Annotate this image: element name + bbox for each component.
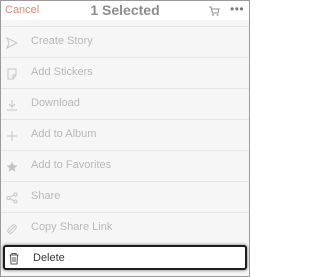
sticker-icon (6, 67, 18, 80)
menu-item-label: Add to Album (31, 128, 97, 140)
download-icon (6, 98, 18, 111)
menu-item-label: Copy Share Link (31, 221, 113, 233)
menu-item-add-to-favorites[interactable]: Add to Favorites (1, 150, 249, 181)
menu-item-label: Share (31, 190, 61, 202)
menu-item-share[interactable]: Share (1, 181, 249, 212)
more-options-button[interactable]: ••• (230, 2, 244, 16)
cart-icon[interactable] (208, 4, 220, 16)
menu-item-label: Add Stickers (31, 66, 93, 78)
menu-item-copy-share-link[interactable]: Copy Share Link (1, 212, 249, 243)
menu-item-download[interactable]: Download (1, 88, 249, 119)
link-icon (6, 222, 18, 234)
star-icon (6, 160, 18, 172)
action-menu: Create Story Add Stickers Download Add t… (1, 20, 249, 276)
header-bar: Cancel 1 Selected ••• (1, 1, 249, 20)
menu-item-create-story[interactable]: Create Story (1, 26, 249, 57)
share-icon (6, 191, 18, 204)
menu-item-delete[interactable]: Delete (3, 245, 247, 270)
menu-item-label: Download (31, 97, 80, 109)
menu-item-add-stickers[interactable]: Add Stickers (1, 57, 249, 88)
menu-item-add-to-album[interactable]: Add to Album (1, 119, 249, 150)
story-icon (6, 36, 19, 50)
menu-item-label: Add to Favorites (31, 159, 112, 171)
action-sheet: Cancel 1 Selected ••• Create Story Add S… (0, 0, 250, 277)
plus-icon (6, 129, 18, 141)
menu-item-label: Delete (33, 252, 65, 264)
trash-icon (8, 252, 20, 265)
menu-item-label: Create Story (31, 35, 93, 47)
